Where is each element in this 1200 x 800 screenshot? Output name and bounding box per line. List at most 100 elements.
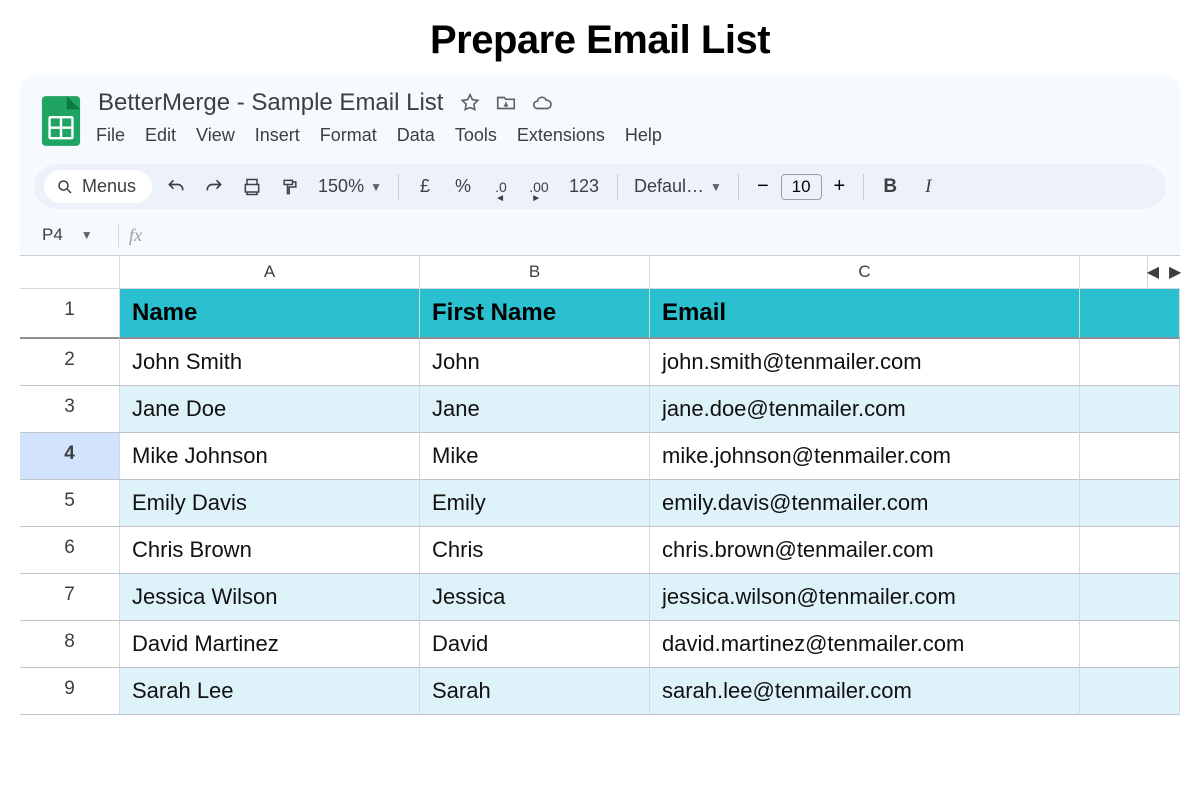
cell-first[interactable]: Sarah: [420, 668, 650, 715]
cell-first[interactable]: David: [420, 621, 650, 668]
menu-extensions[interactable]: Extensions: [517, 125, 605, 146]
cell-email[interactable]: chris.brown@tenmailer.com: [650, 527, 1080, 574]
cell-name[interactable]: Emily Davis: [120, 480, 420, 527]
cell-blank[interactable]: [1080, 574, 1180, 621]
row-header[interactable]: 6: [20, 527, 120, 574]
chevron-down-icon: ▼: [710, 180, 722, 194]
separator: [617, 174, 618, 200]
cell-name[interactable]: Mike Johnson: [120, 433, 420, 480]
menu-bar: File Edit View Insert Format Data Tools …: [96, 123, 662, 154]
chevron-down-icon: ▼: [81, 228, 93, 242]
cell-email[interactable]: mike.johnson@tenmailer.com: [650, 433, 1080, 480]
scroll-right-icon[interactable]: ▶: [1167, 262, 1183, 282]
cell-name[interactable]: Chris Brown: [120, 527, 420, 574]
cell-name[interactable]: David Martinez: [120, 621, 420, 668]
format-123-button[interactable]: 123: [563, 173, 605, 201]
cell-blank[interactable]: [1080, 339, 1180, 386]
search-icon: [56, 178, 74, 196]
menu-format[interactable]: Format: [320, 125, 377, 146]
header-cell-first[interactable]: First Name: [420, 289, 650, 339]
redo-button[interactable]: [200, 173, 228, 201]
decrease-decimal-button[interactable]: .0◄: [487, 173, 515, 201]
cell-first[interactable]: Jane: [420, 386, 650, 433]
row-header[interactable]: 9: [20, 668, 120, 715]
cell-blank[interactable]: [1080, 480, 1180, 527]
menus-label: Menus: [82, 176, 136, 197]
cell-email[interactable]: john.smith@tenmailer.com: [650, 339, 1080, 386]
chevron-down-icon: ▼: [370, 180, 382, 194]
percent-button[interactable]: %: [449, 173, 477, 201]
scroll-left-icon[interactable]: ◀: [1145, 262, 1161, 282]
header-cell-name[interactable]: Name: [120, 289, 420, 339]
currency-button[interactable]: £: [411, 173, 439, 201]
row-header[interactable]: 7: [20, 574, 120, 621]
cell-first[interactable]: Emily: [420, 480, 650, 527]
menu-edit[interactable]: Edit: [145, 125, 176, 146]
name-box[interactable]: P4 ▼: [38, 223, 108, 247]
doc-header: BetterMerge - Sample Email List File Edi…: [34, 85, 1166, 158]
header-row: 1 Name First Name Email: [20, 289, 1180, 339]
cell-name[interactable]: Jane Doe: [120, 386, 420, 433]
row-header[interactable]: 3: [20, 386, 120, 433]
cell-blank[interactable]: [1080, 289, 1180, 339]
bold-button[interactable]: B: [876, 173, 904, 201]
cloud-icon[interactable]: [531, 92, 553, 114]
undo-button[interactable]: [162, 173, 190, 201]
table-row: 2John SmithJohnjohn.smith@tenmailer.com: [20, 339, 1180, 386]
menu-tools[interactable]: Tools: [455, 125, 497, 146]
col-header-blank[interactable]: [1080, 256, 1148, 289]
row-header-1[interactable]: 1: [20, 289, 120, 339]
print-button[interactable]: [238, 173, 266, 201]
zoom-dropdown[interactable]: 150% ▼: [314, 176, 386, 197]
font-size-input[interactable]: 10: [781, 174, 822, 200]
page-title: Prepare Email List: [0, 0, 1200, 75]
menu-data[interactable]: Data: [397, 125, 435, 146]
select-all-corner[interactable]: [20, 256, 120, 289]
increase-decimal-button[interactable]: .00►: [525, 173, 553, 201]
cell-name[interactable]: Sarah Lee: [120, 668, 420, 715]
zoom-value: 150%: [318, 176, 364, 197]
cell-email[interactable]: sarah.lee@tenmailer.com: [650, 668, 1080, 715]
font-dropdown[interactable]: Defaul… ▼: [630, 176, 726, 197]
cell-blank[interactable]: [1080, 527, 1180, 574]
cell-blank[interactable]: [1080, 386, 1180, 433]
cell-name[interactable]: Jessica Wilson: [120, 574, 420, 621]
cell-name[interactable]: John Smith: [120, 339, 420, 386]
menus-search-button[interactable]: Menus: [44, 170, 152, 203]
cell-blank[interactable]: [1080, 621, 1180, 668]
row-header[interactable]: 5: [20, 480, 120, 527]
cell-first[interactable]: Jessica: [420, 574, 650, 621]
cell-email[interactable]: jessica.wilson@tenmailer.com: [650, 574, 1080, 621]
menu-view[interactable]: View: [196, 125, 235, 146]
col-header-c[interactable]: C: [650, 256, 1080, 289]
star-icon[interactable]: [459, 92, 481, 114]
separator: [738, 174, 739, 200]
sheets-logo-icon: [40, 94, 82, 148]
move-icon[interactable]: [495, 92, 517, 114]
table-row: 4Mike JohnsonMikemike.johnson@tenmailer.…: [20, 433, 1180, 480]
cell-first[interactable]: Mike: [420, 433, 650, 480]
fx-icon: fx: [129, 225, 142, 246]
font-size-increase[interactable]: +: [828, 175, 852, 198]
row-header[interactable]: 8: [20, 621, 120, 668]
header-cell-email[interactable]: Email: [650, 289, 1080, 339]
row-header[interactable]: 2: [20, 339, 120, 386]
cell-first[interactable]: John: [420, 339, 650, 386]
italic-button[interactable]: I: [914, 173, 942, 201]
cell-blank[interactable]: [1080, 433, 1180, 480]
cell-first[interactable]: Chris: [420, 527, 650, 574]
menu-file[interactable]: File: [96, 125, 125, 146]
cell-email[interactable]: david.martinez@tenmailer.com: [650, 621, 1080, 668]
menu-insert[interactable]: Insert: [255, 125, 300, 146]
row-header[interactable]: 4: [20, 433, 120, 480]
paint-format-button[interactable]: [276, 173, 304, 201]
col-header-a[interactable]: A: [120, 256, 420, 289]
cell-email[interactable]: emily.davis@tenmailer.com: [650, 480, 1080, 527]
spreadsheet-grid[interactable]: A B C ◀ ▶ 1 Name First Name Email 2John …: [20, 255, 1180, 715]
doc-title[interactable]: BetterMerge - Sample Email List: [96, 87, 445, 119]
cell-email[interactable]: jane.doe@tenmailer.com: [650, 386, 1080, 433]
font-size-decrease[interactable]: −: [751, 175, 775, 198]
col-header-b[interactable]: B: [420, 256, 650, 289]
menu-help[interactable]: Help: [625, 125, 662, 146]
cell-blank[interactable]: [1080, 668, 1180, 715]
